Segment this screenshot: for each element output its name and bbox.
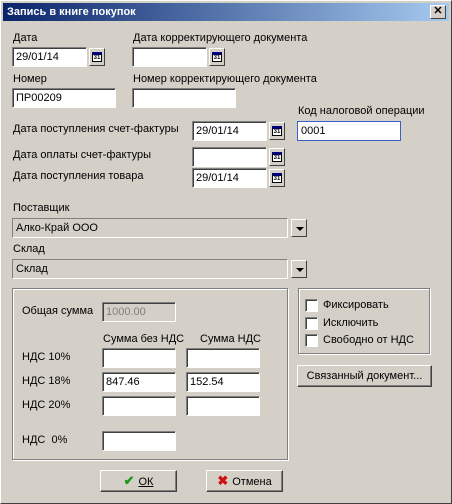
- calendar-icon: 31: [212, 52, 222, 62]
- goods-received-label: Дата поступления товара: [13, 170, 144, 182]
- calendar-icon: 31: [272, 173, 282, 183]
- supplier-select[interactable]: Алко-Край ООО: [12, 218, 288, 238]
- corr-doc-date-calendar-button[interactable]: 31: [209, 48, 225, 66]
- vat20-base-field[interactable]: [102, 396, 176, 416]
- cancel-button[interactable]: ✖ Отмена: [206, 470, 283, 492]
- calendar-icon: 31: [272, 152, 282, 162]
- cross-icon: ✖: [217, 473, 229, 488]
- fix-checkbox-box[interactable]: [305, 299, 318, 312]
- title-bar: Запись в книге покупок ✕: [3, 3, 449, 21]
- warehouse-select[interactable]: Склад: [12, 259, 288, 279]
- sum-no-vat-header: Сумма без НДС: [103, 333, 185, 345]
- vat10-label: НДС 10%: [22, 351, 71, 363]
- supplier-dropdown-button[interactable]: [291, 219, 307, 237]
- date-calendar-button[interactable]: 31: [89, 48, 105, 66]
- date-field[interactable]: 29/01/14: [12, 47, 87, 67]
- vat18-label: НДС 18%: [22, 375, 71, 387]
- corr-doc-number-field[interactable]: [132, 88, 236, 108]
- calendar-icon: 31: [92, 52, 102, 62]
- window-title: Запись в книге покупок: [7, 6, 136, 18]
- linked-document-button[interactable]: Связанный документ...: [297, 365, 432, 387]
- corr-doc-date-label: Дата корректирующего документа: [133, 32, 308, 44]
- vat10-vat-field[interactable]: [186, 348, 260, 368]
- calendar-icon: 31: [272, 126, 282, 136]
- invoice-paid-calendar-button[interactable]: 31: [269, 148, 285, 166]
- vat0-base-field[interactable]: [102, 431, 176, 451]
- warehouse-label: Склад: [13, 243, 45, 255]
- cancel-button-label: Отмена: [232, 476, 272, 488]
- corr-doc-date-field[interactable]: [132, 47, 207, 67]
- fix-checkbox-label: Фиксировать: [323, 299, 389, 311]
- vat-free-checkbox-box[interactable]: [305, 334, 318, 347]
- date-label: Дата: [13, 32, 38, 44]
- close-icon: ✕: [433, 5, 443, 17]
- vat18-vat-field[interactable]: 152.54: [186, 372, 260, 392]
- invoice-received-label: Дата поступления счет-фактуры: [13, 123, 179, 135]
- total-field: 1000.00: [102, 302, 176, 322]
- vat20-vat-field[interactable]: [186, 396, 260, 416]
- total-label: Общая сумма: [22, 305, 94, 317]
- vat18-base-field[interactable]: 847.46: [102, 372, 176, 392]
- vat20-label: НДС 20%: [22, 399, 71, 411]
- vat10-base-field[interactable]: [102, 348, 176, 368]
- close-button[interactable]: ✕: [430, 5, 446, 19]
- goods-received-calendar-button[interactable]: 31: [269, 169, 285, 187]
- exclude-checkbox-box[interactable]: [305, 317, 318, 330]
- checkmark-icon: ✔: [123, 473, 135, 488]
- ok-button-label: ОК: [138, 476, 154, 488]
- vat-free-checkbox-label: Свободно от НДС: [323, 334, 414, 346]
- number-field[interactable]: ПР00209: [12, 88, 116, 108]
- supplier-label: Поставщик: [13, 202, 70, 214]
- invoice-paid-field[interactable]: [192, 147, 267, 167]
- warehouse-dropdown-button[interactable]: [291, 260, 307, 278]
- goods-received-field[interactable]: 29/01/14: [192, 168, 267, 188]
- purchase-book-entry-dialog: Запись в книге покупок ✕ Дата 29/01/14 3…: [0, 0, 452, 504]
- tax-op-code-label: Код налоговой операции: [298, 105, 425, 117]
- vat0-label: НДС 0%: [22, 434, 68, 446]
- invoice-paid-label: Дата оплаты счет-фактуры: [13, 149, 152, 161]
- number-label: Номер: [13, 73, 47, 85]
- ok-button[interactable]: ✔ ОК: [100, 470, 177, 492]
- sum-vat-header: Сумма НДС: [200, 333, 261, 345]
- corr-doc-number-label: Номер корректирующего документа: [133, 73, 317, 85]
- tax-op-code-field[interactable]: 0001: [297, 121, 401, 141]
- invoice-received-calendar-button[interactable]: 31: [269, 122, 285, 140]
- exclude-checkbox-label: Исключить: [323, 317, 379, 329]
- invoice-received-field[interactable]: 29/01/14: [192, 121, 267, 141]
